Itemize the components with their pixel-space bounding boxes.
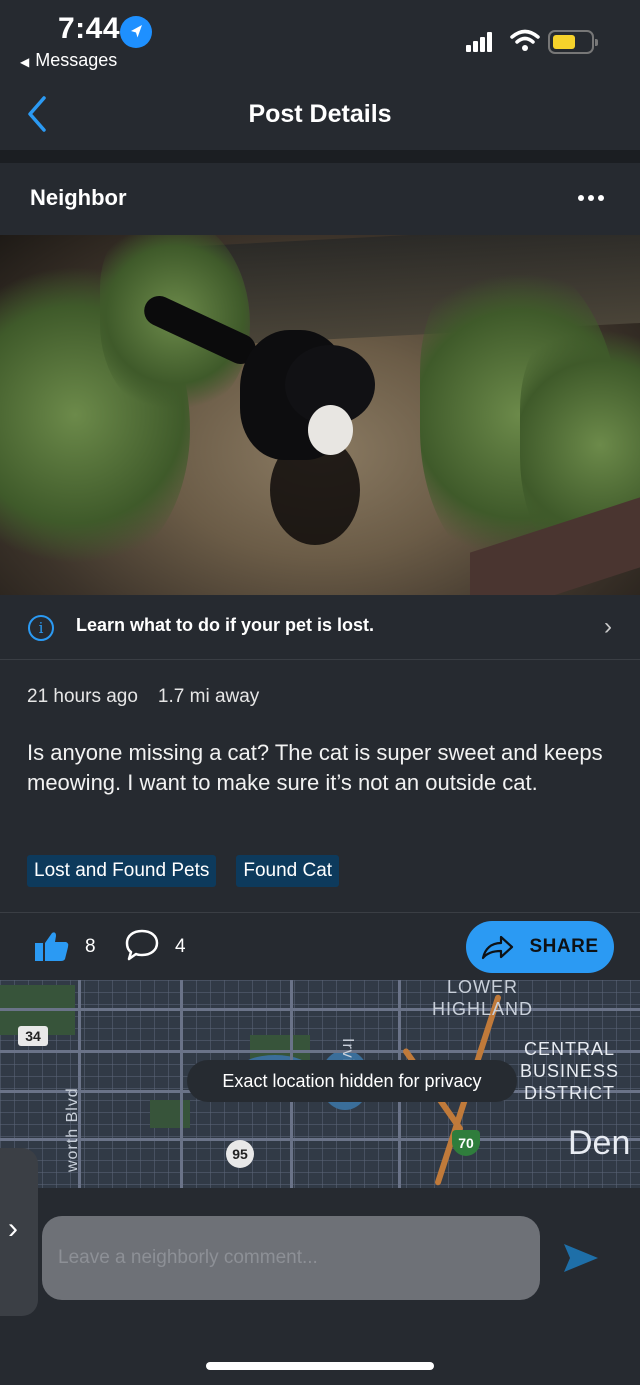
map-label-lower-highland: LOWER HIGHLAND: [432, 980, 534, 1019]
chevron-right-icon[interactable]: ›: [8, 1212, 18, 1246]
post-author[interactable]: Neighbor: [30, 185, 127, 211]
divider: [0, 912, 640, 913]
share-label: SHARE: [529, 936, 599, 957]
info-icon: i: [28, 615, 54, 641]
post-distance: 1.7 mi away: [157, 686, 260, 707]
post-photo[interactable]: [0, 235, 640, 595]
home-indicator[interactable]: [206, 1362, 434, 1370]
share-arrow-icon: [482, 935, 514, 960]
ellipsis-icon[interactable]: [578, 195, 604, 201]
map-label-boulevard: worth Blvd: [64, 1087, 81, 1172]
status-time: 7:44: [58, 12, 121, 45]
location-arrow-icon: [120, 16, 152, 48]
wifi-icon: [510, 28, 540, 57]
cell-signal-icon: [466, 32, 494, 52]
post-meta: 21 hours ago 1.7 mi away: [27, 686, 259, 708]
interstate-shield-70: 70: [452, 1130, 480, 1156]
map-label-denver: Den: [568, 1124, 631, 1162]
info-banner-text: Learn what to do if your pet is lost.: [76, 615, 375, 635]
share-button[interactable]: SHARE: [466, 921, 614, 973]
tag-found-cat[interactable]: Found Cat: [236, 855, 340, 887]
comment-input[interactable]: [42, 1216, 540, 1300]
send-icon[interactable]: [562, 1242, 600, 1274]
comment-bubble-icon[interactable]: [124, 928, 160, 962]
status-bar: 7:44 ◀ Messages: [0, 0, 640, 80]
route-shield-34: 34: [18, 1026, 48, 1046]
route-shield-95: 95: [226, 1140, 254, 1168]
comment-count: 4: [175, 936, 186, 957]
like-count: 8: [85, 936, 96, 957]
page-title: Post Details: [248, 100, 392, 128]
back-triangle-icon: ◀: [20, 55, 30, 69]
map-label-cbd: CENTRAL BUSINESS DISTRICT: [520, 1039, 620, 1103]
battery-icon: [548, 30, 598, 54]
back-to-messages[interactable]: ◀ Messages: [20, 50, 117, 71]
post-tags: Lost and Found Pets Found Cat: [27, 855, 340, 887]
map-privacy-notice: Exact location hidden for privacy: [187, 1060, 517, 1102]
lost-pet-info-banner[interactable]: i Learn what to do if your pet is lost. …: [0, 595, 640, 660]
post-time-ago: 21 hours ago: [27, 686, 138, 707]
divider: [0, 150, 640, 163]
thumbs-up-icon[interactable]: [34, 930, 70, 962]
side-drawer-tab[interactable]: [0, 1148, 38, 1316]
chevron-right-icon: ›: [604, 613, 612, 640]
tag-lost-and-found-pets[interactable]: Lost and Found Pets: [27, 855, 217, 887]
back-app-label: Messages: [35, 50, 118, 70]
nav-bar: Post Details: [0, 80, 640, 150]
post-body: Is anyone missing a cat? The cat is supe…: [27, 740, 603, 795]
post-header: Neighbor: [0, 163, 640, 235]
